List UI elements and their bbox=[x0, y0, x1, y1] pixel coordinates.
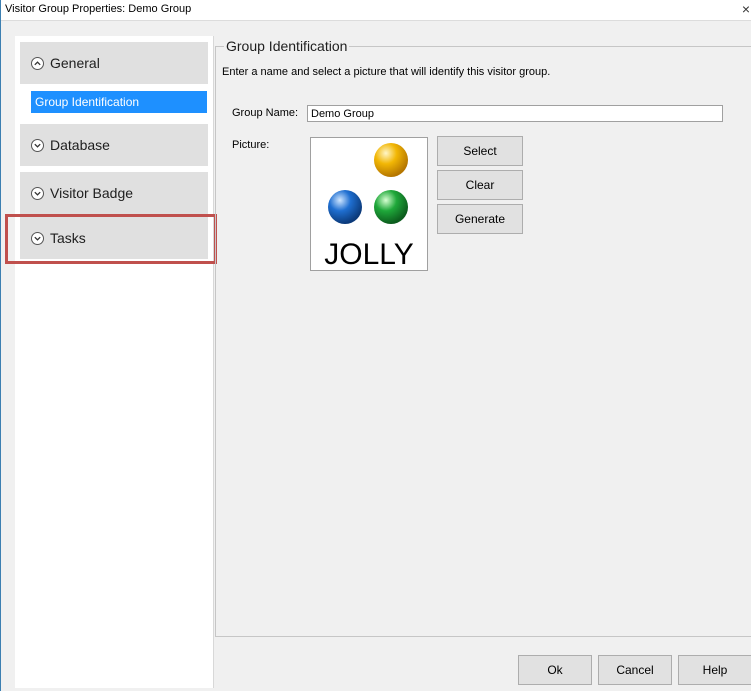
annotation-highlight-box bbox=[5, 214, 217, 264]
help-button[interactable]: Help bbox=[678, 655, 751, 685]
sidebar-section-database[interactable]: Database bbox=[20, 124, 208, 166]
ok-button[interactable]: Ok bbox=[518, 655, 592, 685]
sidebar-section-visitor-badge[interactable]: Visitor Badge bbox=[20, 172, 208, 214]
green-sphere-icon bbox=[374, 190, 408, 224]
blue-sphere-icon bbox=[328, 190, 362, 224]
group-picture: JOLLY bbox=[310, 137, 428, 271]
panel-description: Enter a name and select a picture that w… bbox=[222, 66, 551, 78]
sidebar-item-group-identification[interactable]: Group Identification bbox=[31, 91, 207, 113]
clear-button[interactable]: Clear bbox=[437, 170, 523, 200]
generate-button[interactable]: Generate bbox=[437, 204, 523, 234]
window-title: Visitor Group Properties: Demo Group bbox=[5, 3, 192, 15]
sidebar-section-label: Visitor Badge bbox=[50, 185, 134, 201]
panel-title: Group Identification bbox=[224, 38, 350, 54]
chevron-up-icon bbox=[31, 56, 44, 70]
group-name-input[interactable] bbox=[307, 105, 723, 122]
picture-caption: JOLLY bbox=[324, 238, 414, 270]
sidebar-section-general[interactable]: General bbox=[20, 42, 208, 84]
chevron-down-icon bbox=[31, 138, 44, 152]
jolly-logo-image: JOLLY bbox=[324, 143, 414, 271]
chevron-down-icon bbox=[31, 186, 44, 200]
picture-label: Picture: bbox=[232, 139, 270, 151]
title-bar: Visitor Group Properties: Demo Group × bbox=[1, 0, 751, 21]
group-name-label: Group Name: bbox=[232, 107, 299, 119]
sidebar-section-label: Database bbox=[50, 137, 110, 153]
dialog-window: Visitor Group Properties: Demo Group × G… bbox=[0, 0, 751, 691]
sidebar: General Group Identification Database Vi… bbox=[15, 36, 214, 688]
group-identification-panel bbox=[215, 46, 751, 637]
close-icon[interactable]: × bbox=[742, 1, 750, 17]
select-button[interactable]: Select bbox=[437, 136, 523, 166]
yellow-sphere-icon bbox=[374, 143, 408, 177]
sidebar-section-label: General bbox=[50, 55, 100, 71]
cancel-button[interactable]: Cancel bbox=[598, 655, 672, 685]
